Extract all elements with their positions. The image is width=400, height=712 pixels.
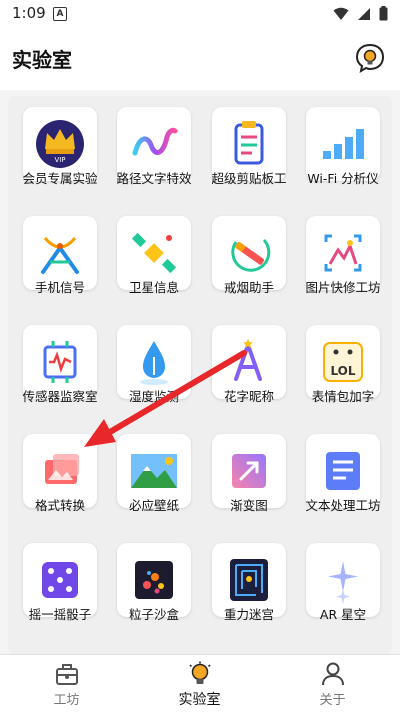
toolbox-icon [55, 664, 78, 685]
battery-icon [379, 6, 388, 21]
nav-label: 实验室 [178, 692, 221, 708]
tile-label: 戒烟助手 [223, 280, 274, 295]
tile-label: 渐变图 [230, 498, 268, 513]
tile-label: 花字昵称 [223, 389, 274, 404]
wifi-status-icon [333, 7, 349, 20]
bottom-nav: 工坊 实验室 关于 [0, 654, 400, 712]
tile-label: 路径文字特效 [116, 171, 192, 186]
lightbulb-icon [188, 661, 211, 684]
svg-text:LOL: LOL [330, 364, 355, 378]
nav-lab[interactable]: 实验室 [133, 655, 266, 712]
status-time: 1:09 [12, 4, 46, 22]
tile-label: 图片快修工坊 [305, 280, 381, 295]
nav-workshop[interactable]: 工坊 [0, 655, 133, 712]
tile-label: 超级剪贴板工 [211, 171, 287, 186]
nav-label: 关于 [319, 693, 346, 708]
tile-label: 粒子沙盒 [128, 607, 179, 622]
tip-bulb-icon[interactable] [354, 42, 386, 74]
notification-a-icon: A [53, 7, 67, 21]
tile-label: 必应壁纸 [128, 498, 179, 513]
app-header: 实验室 [0, 28, 400, 90]
tile-label: 会员专属实验 [22, 171, 98, 186]
tile-label: 湿度监测 [128, 389, 179, 404]
tile-label: Wi-Fi 分析仪 [307, 171, 379, 186]
cell-signal-icon [358, 7, 370, 20]
tile-label: 重力迷宫 [223, 607, 274, 622]
tile-label: 摇一摇骰子 [28, 607, 92, 622]
person-icon [321, 662, 344, 686]
tile-label: 文本处理工坊 [305, 498, 381, 513]
status-bar: 1:09 A [0, 0, 400, 28]
svg-text:VIP: VIP [54, 156, 65, 164]
nav-about[interactable]: 关于 [266, 655, 399, 712]
tile-label: 卫星信息 [128, 280, 179, 295]
tile-label: 传感器监察室 [22, 389, 98, 404]
tile-label: 表情包加字 [311, 389, 375, 404]
status-icons [333, 6, 388, 21]
page-title: 实验室 [12, 48, 72, 72]
tile-label: 手机信号 [34, 280, 85, 295]
tile-label: AR 星空 [319, 607, 367, 622]
nav-label: 工坊 [53, 693, 80, 708]
tile-label: 格式转换 [34, 498, 85, 513]
